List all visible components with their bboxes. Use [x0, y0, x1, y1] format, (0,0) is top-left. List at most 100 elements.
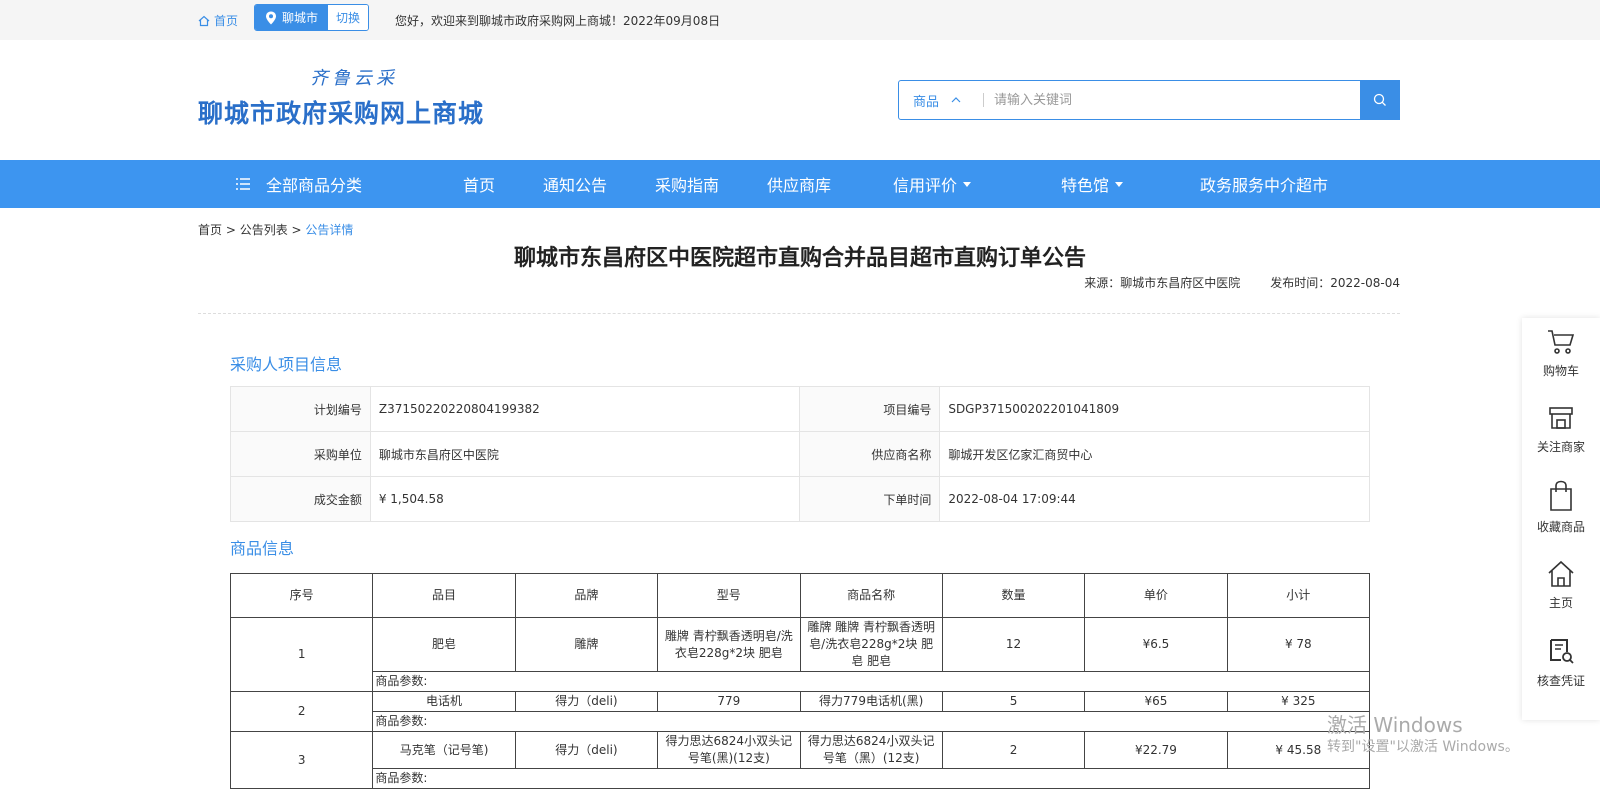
info-value: 聊城市东昌府区中医院 [369, 431, 801, 477]
search-category-select[interactable]: 商品 [899, 91, 983, 110]
column-header: 单价 [1084, 573, 1228, 618]
cell-index: 2 [229, 691, 374, 732]
welcome-text: 您好，欢迎来到聊城市政府采购网上商城！2022年09月08日 [395, 14, 721, 28]
breadcrumb-separator: > [222, 223, 240, 237]
table-row: 成交金额 ¥ 1,504.58 下单时间 2022-08-04 17:09:44 [230, 476, 1370, 522]
search-icon [1373, 93, 1386, 106]
search-category-label: 商品 [913, 94, 940, 110]
sidebar-follow-shop-label: 关注商家 [1536, 440, 1585, 454]
nav-suppliers[interactable]: 供应商库 [767, 160, 831, 208]
cell-quantity: 2 [941, 731, 1086, 769]
cell-quantity: 5 [941, 691, 1086, 712]
cell-brand: 得力（deli) [514, 731, 659, 769]
info-label: 成交金额 [230, 476, 371, 522]
info-label: 采购单位 [230, 431, 371, 477]
info-value: ¥ 1,504.58 [369, 476, 801, 522]
product-params: 商品参数: [372, 671, 1370, 692]
home-icon [198, 15, 210, 26]
info-label: 下单时间 [799, 476, 941, 522]
nav-home[interactable]: 首页 [463, 160, 495, 208]
cell-category: 肥皂 [372, 617, 516, 672]
cell-model: 得力思达6824小双头记号笔(黑)(12支) [657, 731, 801, 769]
sidebar-follow-shop[interactable]: 关注商家 [1522, 404, 1600, 455]
column-header: 品牌 [514, 573, 659, 618]
breadcrumb-home[interactable]: 首页 [198, 223, 222, 237]
product-params: 商品参数: [372, 768, 1370, 789]
sidebar-home[interactable]: 主页 [1522, 560, 1600, 611]
product-params: 商品参数: [372, 711, 1370, 732]
caret-down-icon [1115, 181, 1124, 187]
nav-all-categories[interactable]: 全部商品分类 [236, 160, 362, 208]
sidebar-verify-voucher-label: 核查凭证 [1536, 674, 1585, 688]
search-bar: 商品 [898, 80, 1400, 120]
windows-activation-watermark: 激活 Windows [1327, 713, 1463, 737]
breadcrumb-list[interactable]: 公告列表 [240, 223, 288, 237]
goods-info-title: 商品信息 [230, 539, 295, 558]
caret-down-icon [963, 181, 972, 187]
cell-index: 1 [229, 617, 374, 692]
table-row: 1 肥皂 雕牌 雕牌 青柠飘香透明皂/洗衣皂228g*2块 肥皂 雕牌 雕牌 青… [229, 617, 1371, 692]
cell-product-name: 得力思达6824小双头记号笔（黑）(12支) [799, 731, 943, 769]
nav-credit[interactable]: 信用评价 [893, 160, 972, 208]
info-value: SDGP371500202201041809 [939, 386, 1370, 432]
info-value: 聊城开发区亿家汇商贸中心 [939, 431, 1370, 477]
floating-sidebar: 购物车 关注商家 收藏商品 主页 核查凭证 [1522, 318, 1600, 720]
buyer-info-title: 采购人项目信息 [230, 355, 343, 374]
cell-category: 马克笔（记号笔) [372, 731, 516, 769]
top-bar: 首页 聊城市 切换 您好，欢迎来到聊城市政府采购网上商城！2022年09月08日 [0, 0, 1600, 40]
divider [198, 313, 1400, 314]
notice-publish-date: 发布时间：2022-08-04 [1270, 276, 1400, 290]
column-header: 序号 [229, 573, 374, 618]
breadcrumb-current: 公告详情 [305, 223, 354, 237]
main-nav: 全部商品分类 首页 通知公告 采购指南 供应商库 信用评价 特色馆 政务服务中介… [0, 160, 1600, 208]
site-logo[interactable]: 聊城市政府采购网上商城 [198, 94, 484, 130]
column-header: 型号 [657, 573, 801, 618]
sidebar-verify-voucher[interactable]: 核查凭证 [1522, 638, 1600, 689]
info-label: 计划编号 [230, 386, 371, 432]
table-row: 采购单位 聊城市东昌府区中医院 供应商名称 聊城开发区亿家汇商贸中心 [230, 431, 1370, 477]
cart-icon [1548, 330, 1575, 354]
windows-activation-hint: 转到"设置"以激活 Windows。 [1327, 739, 1519, 755]
search-button[interactable] [1360, 80, 1400, 120]
goods-table: 序号 品目 品牌 型号 商品名称 数量 单价 小计 1 肥皂 雕牌 雕牌 青柠飘… [229, 573, 1371, 789]
search-input[interactable] [984, 81, 1360, 119]
nav-featured[interactable]: 特色馆 [1061, 160, 1124, 208]
cell-product-name: 雕牌 雕牌 青柠飘香透明皂/洗衣皂228g*2块 肥皂 肥皂 [799, 617, 943, 672]
info-label: 供应商名称 [799, 431, 941, 477]
location-pin-icon [266, 11, 276, 24]
nav-notices[interactable]: 通知公告 [543, 160, 607, 208]
cell-subtotal: ¥ 78 [1226, 617, 1371, 672]
nav-guide[interactable]: 采购指南 [655, 160, 719, 208]
sidebar-favorites[interactable]: 收藏商品 [1522, 480, 1600, 535]
sidebar-favorites-label: 收藏商品 [1536, 520, 1585, 534]
current-city[interactable]: 聊城市 [255, 5, 329, 30]
switch-city-button[interactable]: 切换 [328, 5, 369, 30]
cell-model: 雕牌 青柠飘香透明皂/洗衣皂228g*2块 肥皂 [657, 617, 801, 672]
cell-brand: 雕牌 [514, 617, 659, 672]
cell-brand: 得力（deli) [514, 691, 659, 712]
cell-index: 3 [229, 731, 374, 789]
store-icon [1549, 407, 1573, 429]
nav-featured-label: 特色馆 [1061, 176, 1110, 195]
city-selector: 聊城市 切换 [254, 4, 370, 31]
param-row: 商品参数: [231, 671, 1370, 692]
column-header: 数量 [941, 573, 1086, 618]
document-search-icon [1550, 639, 1574, 664]
home-link[interactable]: 首页 [198, 12, 238, 29]
column-header: 小计 [1226, 573, 1371, 618]
table-row: 计划编号 Z37150220220804199382 项目编号 SDGP3715… [230, 386, 1370, 432]
breadcrumb-separator: > [287, 223, 306, 237]
chevron-up-icon [951, 97, 961, 103]
menu-list-icon [236, 178, 250, 190]
nav-agency-market[interactable]: 政务服务中介超市 [1200, 160, 1328, 208]
cell-quantity: 12 [941, 617, 1086, 672]
info-value: Z37150220220804199382 [369, 386, 801, 432]
sidebar-cart[interactable]: 购物车 [1522, 328, 1600, 379]
nav-credit-label: 信用评价 [893, 176, 958, 195]
shopping-bag-icon [1550, 480, 1572, 511]
table-header-row: 序号 品目 品牌 型号 商品名称 数量 单价 小计 [229, 573, 1371, 618]
home-link-label: 首页 [214, 14, 239, 28]
info-label: 项目编号 [799, 386, 941, 432]
page-title: 聊城市东昌府区中医院超市直购合并品目超市直购订单公告 [513, 246, 1086, 271]
buyer-info-table: 计划编号 Z37150220220804199382 项目编号 SDGP3715… [230, 386, 1370, 522]
